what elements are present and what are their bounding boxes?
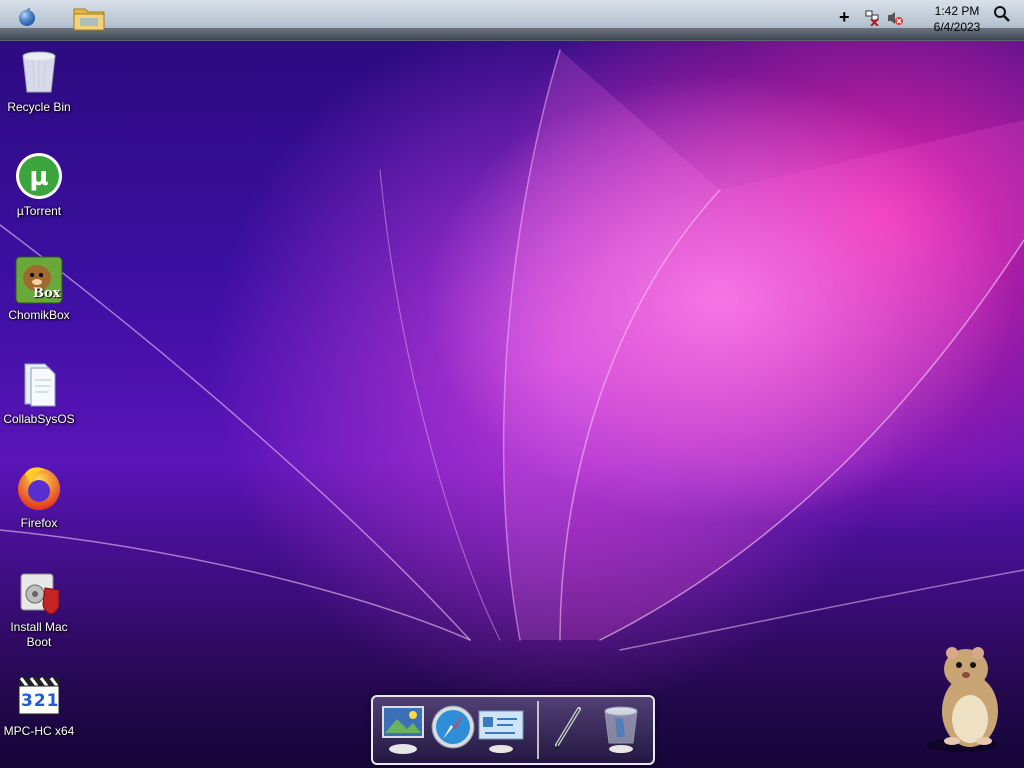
mpc-hc-icon: 321 bbox=[15, 672, 63, 720]
menubar-shadow-strip bbox=[0, 28, 1024, 40]
desktop-icon-recycle-bin[interactable]: Recycle Bin bbox=[1, 48, 77, 115]
desktop-wallpaper bbox=[0, 0, 1024, 768]
chomikbox-icon: Box bbox=[15, 256, 63, 304]
clock-date: 6/4/2023 bbox=[933, 20, 981, 34]
desktop-icon-utorrent[interactable]: µ µTorrent bbox=[1, 152, 77, 219]
document-folder-icon bbox=[15, 360, 63, 408]
desktop-icon-install-mac-boot[interactable]: Install Mac Boot bbox=[1, 568, 77, 650]
recycle-bin-icon bbox=[15, 48, 63, 96]
mpc-badge: 321 bbox=[21, 691, 60, 711]
finder-monitor-icon[interactable] bbox=[379, 703, 427, 755]
dock bbox=[371, 695, 655, 765]
trash-icon[interactable] bbox=[597, 703, 645, 755]
svg-text:µ: µ bbox=[29, 162, 48, 192]
desktop-icon-label: ChomikBox bbox=[8, 308, 70, 322]
dock-separator bbox=[537, 701, 539, 759]
clock-time: 1:42 PM bbox=[934, 4, 980, 18]
desktop-icon-label: Recycle Bin bbox=[7, 100, 71, 114]
desktop-icon-chomikbox[interactable]: Box ChomikBox bbox=[1, 256, 77, 323]
desktop-icon-firefox[interactable]: Firefox bbox=[1, 464, 77, 531]
desktop-icon-mpc-hc[interactable]: 321 MPC-HC x64 bbox=[1, 672, 77, 739]
utorrent-icon: µ bbox=[15, 152, 63, 200]
volume-muted-icon[interactable] bbox=[886, 10, 904, 26]
chomikbox-badge: Box bbox=[33, 286, 61, 301]
plus-icon[interactable]: + bbox=[839, 8, 850, 26]
hamster-mascot bbox=[922, 645, 1010, 755]
folder-icon[interactable] bbox=[72, 4, 106, 32]
safari-compass-icon[interactable] bbox=[429, 703, 477, 755]
system-clock[interactable]: 1:42 PM 6/4/2023 bbox=[926, 3, 988, 35]
desktop-icon-label: MPC-HC x64 bbox=[3, 724, 75, 738]
desktop-icon-label: µTorrent bbox=[16, 204, 62, 218]
apple-icon[interactable] bbox=[16, 6, 38, 28]
desktop-icon-label: Firefox bbox=[20, 516, 58, 530]
desktop-icon-label: Install Mac Boot bbox=[10, 620, 68, 649]
address-book-icon[interactable] bbox=[477, 703, 525, 755]
firefox-icon bbox=[15, 464, 63, 512]
network-disconnected-icon[interactable] bbox=[864, 10, 880, 27]
installer-icon bbox=[15, 568, 63, 616]
desktop-icon-collabsysos[interactable]: CollabSysOS bbox=[1, 360, 77, 427]
pen-tool-icon[interactable] bbox=[543, 703, 591, 755]
search-icon[interactable] bbox=[993, 5, 1011, 23]
top-menubar: + 1:42 PM 6/4/2023 bbox=[0, 0, 1024, 41]
desktop-icon-label: CollabSysOS bbox=[3, 412, 75, 426]
